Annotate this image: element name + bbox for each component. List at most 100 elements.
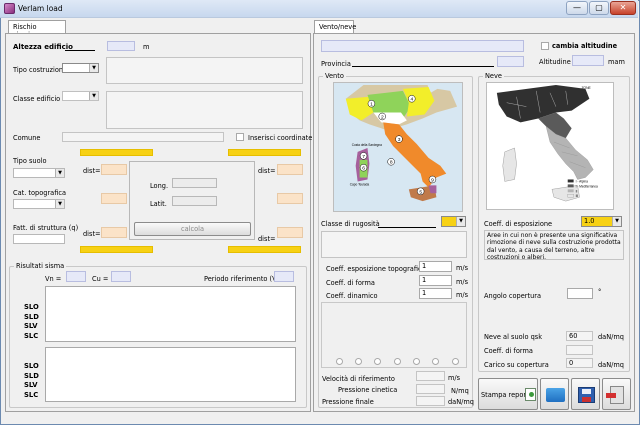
stampa-report-button[interactable]: Stampa report [478, 378, 538, 410]
dist-field-3[interactable] [101, 193, 127, 204]
velocita-label: Velocità di riferimento [322, 375, 395, 383]
altezza-unit: m [143, 43, 150, 51]
provincia-underline [352, 66, 494, 67]
risultati-text-top[interactable] [45, 286, 296, 342]
pressione-cinetica-unit: N/mq [451, 387, 469, 395]
chevron-down-icon: ▼ [456, 217, 465, 226]
angolo-copertura-input[interactable] [567, 288, 593, 299]
inserisci-coordinate-checkbox[interactable] [236, 133, 244, 141]
cambia-altitudine-checkbox[interactable] [541, 42, 549, 50]
state-labels-bottom: SLO SLD SLV SLC [24, 362, 39, 400]
snow-legend-item: III [576, 194, 579, 198]
sardegna-label: Costa della Sardegna [352, 143, 382, 147]
cu-label: Cu = [92, 275, 109, 283]
chevron-down-icon: ▼ [55, 169, 64, 177]
coeff-forma-input[interactable]: 1 [419, 275, 452, 286]
folder-icon [546, 388, 565, 402]
title-bar [0, 0, 638, 18]
dist-field-5[interactable] [101, 227, 127, 238]
wind-zone-label: 8 [390, 160, 393, 166]
dist-field-1[interactable] [101, 164, 127, 175]
coeff-forma-neve-field [566, 345, 593, 355]
wind-zone-label: 7 [362, 154, 365, 160]
terrain-radio-3[interactable] [374, 358, 381, 365]
terrain-radio-1[interactable] [336, 358, 343, 365]
latit-label: Latit. [150, 200, 167, 208]
chevron-down-icon: ▼ [89, 92, 98, 100]
tipo-costruzione-label: Tipo costruzione [13, 66, 68, 74]
state-slv: SLV [24, 381, 38, 389]
calcola-button[interactable]: calcola [134, 222, 251, 236]
exit-button[interactable] [602, 378, 631, 410]
minimize-button[interactable]: — [566, 1, 588, 15]
neve-suolo-unit: daN/mq [598, 333, 624, 341]
tipo-suolo-label: Tipo suolo [13, 157, 47, 165]
terrain-radio-7[interactable] [452, 358, 459, 365]
dist-field-2[interactable] [277, 164, 303, 175]
wind-zone-label: 4 [411, 97, 414, 103]
wind-zone-label: 3 [398, 137, 401, 143]
comune-yellow-bar [80, 149, 153, 156]
dist-field-4[interactable] [277, 193, 303, 204]
classe-edificio-label: Classe edificio [13, 95, 61, 103]
vn-label: Vn = [45, 275, 62, 283]
struttura-yellow-bar-1 [80, 246, 153, 253]
altitudine-field[interactable] [572, 55, 604, 66]
chevron-down-icon: ▼ [55, 200, 64, 208]
state-labels-top: SLO SLD SLV SLC [24, 303, 39, 341]
dist-label-5: dist= [83, 230, 101, 238]
coeff-dinamico-input[interactable]: 1 [419, 288, 452, 299]
wind-zone-label: 2 [381, 114, 384, 120]
struttura-yellow-bar-2 [228, 246, 301, 253]
comune-input[interactable] [62, 132, 224, 142]
longitude-input[interactable] [172, 178, 217, 188]
velocita-field [416, 371, 445, 381]
dist-label-6: dist= [258, 235, 276, 243]
rugosita-underline [378, 227, 436, 228]
coeff-esp-topo-input[interactable]: 1 [419, 261, 452, 272]
altezza-underline [65, 50, 95, 51]
terrain-radio-6[interactable] [432, 358, 439, 365]
risultati-text-bottom[interactable] [45, 347, 296, 402]
coeff-dinamico-label: Coeff. dinamico [326, 292, 378, 300]
altezza-input[interactable] [107, 41, 135, 51]
unit-ms: m/s [456, 278, 469, 286]
inserisci-coordinate-label: Inserisci coordinate [248, 134, 313, 142]
classe-rugosita-combo[interactable]: ▼ [441, 216, 466, 227]
terrain-radio-2[interactable] [355, 358, 362, 365]
maximize-button[interactable]: ▢ [589, 1, 609, 15]
coeff-forma-neve-label: Coeff. di forma [484, 347, 533, 355]
tipo-suolo-combo[interactable]: ▼ [13, 168, 65, 178]
classe-edificio-combo[interactable]: ▼ [62, 91, 99, 101]
terrain-radio-5[interactable] [413, 358, 420, 365]
tab-vento-neve[interactable]: Vento/neve [314, 20, 356, 33]
long-label: Long. [150, 182, 169, 190]
pressione-cinetica-label: Pressione cinetica [338, 386, 398, 394]
coeff-esposizione-combo[interactable]: 1.0 ▼ [581, 216, 622, 227]
capo-teulada-label: Capo Teulada [350, 182, 370, 186]
cat-topografica-combo[interactable]: ▼ [13, 199, 65, 209]
snow-legend-item: I - Mediterranea [576, 184, 598, 188]
printer-icon [525, 388, 536, 401]
provincia-label: Provincia [321, 60, 351, 68]
close-button[interactable]: ✕ [610, 1, 636, 15]
stampa-report-label: Stampa report [481, 391, 529, 399]
open-button[interactable] [540, 378, 569, 410]
save-button[interactable] [571, 378, 600, 410]
cu-field [111, 271, 131, 282]
app-icon [4, 3, 15, 14]
snow-legend-item: II [576, 189, 578, 193]
fatt-struttura-input[interactable] [13, 234, 65, 244]
rugosita-desc [321, 231, 467, 258]
wind-zone-label: 6 [362, 166, 365, 172]
dist-field-6[interactable] [277, 227, 303, 238]
exit-arrow-icon [606, 393, 616, 398]
vento-title: Vento [323, 72, 346, 80]
unit-ms: m/s [448, 374, 461, 382]
terrain-radio-4[interactable] [394, 358, 401, 365]
tab-rischio-sismico[interactable]: Rischio sismico [8, 20, 66, 39]
classe-rugosita-label: Classe di rugosità [321, 220, 380, 228]
neve-suolo-field: 60 [566, 331, 593, 341]
latitude-input[interactable] [172, 196, 217, 206]
tipo-costruzione-combo[interactable]: ▼ [62, 63, 99, 73]
